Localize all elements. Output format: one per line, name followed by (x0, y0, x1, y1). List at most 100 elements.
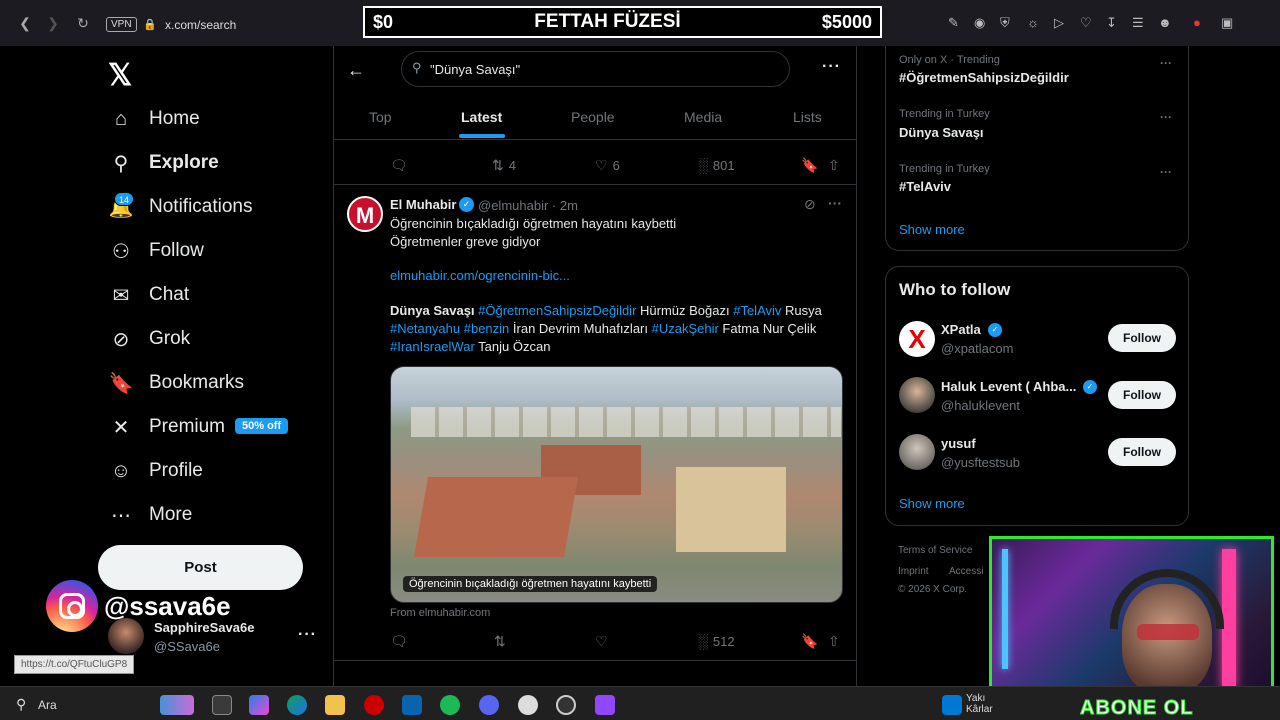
user-name[interactable]: yusuf (941, 436, 976, 451)
tweet-author[interactable]: El Muhabir (390, 197, 456, 212)
x-logo-icon[interactable]: 𝕏 (108, 58, 132, 93)
account-avatar[interactable] (108, 618, 144, 654)
play-icon[interactable]: ▷ (1054, 15, 1064, 31)
share-button[interactable]: ⇧ (828, 633, 845, 650)
more-options-icon[interactable]: ··· (822, 58, 841, 76)
tab-people[interactable]: People (571, 109, 615, 125)
user-avatar[interactable] (899, 434, 935, 470)
lock-icon[interactable]: 🔒 (143, 18, 157, 31)
forward-icon[interactable]: ❯ (44, 14, 62, 32)
news-icon[interactable] (942, 695, 962, 715)
bookmark-button[interactable]: 🔖 (801, 157, 823, 174)
link-source[interactable]: From elmuhabir.com (390, 607, 490, 619)
trend-more-icon[interactable]: ··· (1160, 56, 1172, 70)
tweet-avatar[interactable]: M (347, 196, 383, 232)
opera-icon[interactable] (364, 695, 384, 715)
search-query[interactable]: "Dünya Savaşı" (430, 62, 520, 77)
hashtag-link[interactable]: #UzakŞehir (648, 321, 719, 336)
nav-more[interactable]: ⋯ More (108, 500, 192, 530)
follow-button[interactable]: Follow (1108, 324, 1176, 352)
widgets-icon[interactable] (160, 695, 194, 715)
like-button[interactable]: ♡ (595, 633, 613, 650)
footer-imprint-link[interactable]: Imprint (898, 566, 929, 577)
steam-icon[interactable] (556, 695, 576, 715)
back-arrow-icon[interactable]: ← (347, 60, 365, 81)
menu-icon[interactable]: ☰ (1132, 15, 1144, 31)
hashtag-link[interactable]: #ÖğretmenSahipsizDeğildir (475, 303, 636, 318)
hashtag-link[interactable]: #benzin (460, 321, 510, 336)
file-explorer-icon[interactable] (325, 695, 345, 715)
grok-icon[interactable]: ⊘ (804, 196, 816, 213)
hashtag-link[interactable]: #Netanyahu (390, 321, 460, 336)
account-handle[interactable]: @SSava6e (154, 639, 220, 654)
taskbar-search[interactable]: Ara (38, 698, 57, 712)
show-more-link[interactable]: Show more (899, 496, 965, 511)
nav-home[interactable]: ⌂ Home (108, 104, 200, 134)
reload-icon[interactable]: ↻ (74, 14, 92, 32)
app-icon[interactable] (595, 695, 615, 715)
tweet-link[interactable]: elmuhabir.com/ogrencinin-bic... (390, 268, 570, 283)
account-more-icon[interactable]: ··· (298, 626, 317, 644)
translate-icon[interactable]: ☼ (1027, 15, 1039, 30)
footer-terms-link[interactable]: Terms of Service (898, 545, 972, 556)
tab-top[interactable]: Top (369, 109, 392, 125)
vpn-badge[interactable]: VPN (106, 17, 137, 32)
nav-chat[interactable]: ✉ Chat (108, 280, 190, 310)
nav-premium[interactable]: ✕ Premium (108, 412, 225, 442)
trend-item[interactable]: #TelAviv (899, 179, 951, 194)
views-button[interactable]: ░ 801 (698, 157, 735, 173)
views-button[interactable]: ░ 512 (698, 633, 735, 649)
follow-button[interactable]: Follow (1108, 381, 1176, 409)
user-name[interactable]: Haluk Levent ( Ahba... (941, 379, 1076, 394)
trend-item[interactable]: Dünya Savaşı (899, 125, 984, 140)
copilot-icon[interactable] (249, 695, 269, 715)
user-avatar[interactable] (899, 377, 935, 413)
tab-media[interactable]: Media (684, 109, 722, 125)
camera-icon[interactable]: ◉ (974, 15, 985, 31)
news-widget[interactable]: Yakı Kârlar (966, 693, 993, 715)
nav-grok[interactable]: ⊘ Grok (108, 324, 191, 354)
nav-profile[interactable]: ☺ Profile (108, 456, 203, 486)
reply-button[interactable]: 🗨 (390, 633, 413, 650)
spotify-icon[interactable] (440, 695, 460, 715)
show-more-link[interactable]: Show more (899, 222, 965, 237)
download-icon[interactable]: ↧ (1106, 15, 1117, 31)
footer-accessibility-link[interactable]: Accessi (949, 566, 983, 577)
media-player-icon[interactable] (518, 695, 538, 715)
profile-icon[interactable]: ☻ (1158, 15, 1172, 30)
topic-text[interactable]: Dünya Savaşı (390, 303, 475, 318)
search-input[interactable]: ⚲ "Dünya Savaşı" (401, 51, 790, 87)
heart-icon[interactable]: ♡ (1080, 15, 1092, 31)
edge-icon[interactable] (287, 695, 307, 715)
hashtag-link[interactable]: #TelAviv (730, 303, 781, 318)
share-button[interactable]: ⇧ (828, 157, 845, 174)
user-avatar[interactable]: X (899, 321, 935, 357)
nav-bookmarks[interactable]: 🔖 Bookmarks (108, 368, 244, 398)
address-bar[interactable]: x.com/search (165, 18, 236, 32)
search-icon[interactable]: ⚲ (16, 696, 26, 713)
cube-icon[interactable]: ▣ (1221, 15, 1233, 31)
nav-explore[interactable]: ⚲ Explore (108, 148, 219, 178)
trend-more-icon[interactable]: ··· (1160, 110, 1172, 124)
account-name[interactable]: SapphireSava6e (154, 620, 254, 635)
task-view-icon[interactable] (212, 695, 232, 715)
follow-button[interactable]: Follow (1108, 438, 1176, 466)
hashtag-link[interactable]: #IranIsraelWar (390, 339, 475, 354)
retweet-button[interactable]: ⇅ 4 (492, 157, 516, 174)
tweet-more-icon[interactable]: ··· (828, 195, 842, 211)
nav-follow[interactable]: ⚇ Follow (108, 236, 204, 266)
tab-lists[interactable]: Lists (793, 109, 822, 125)
retweet-button[interactable]: ⇅ (494, 633, 511, 650)
edit-icon[interactable]: ✎ (948, 15, 959, 31)
like-button[interactable]: ♡ 6 (595, 157, 620, 174)
user-name[interactable]: XPatla (941, 322, 981, 337)
trend-item[interactable]: #ÖğretmenSahipsizDeğildir (899, 70, 1069, 85)
shield-icon[interactable]: ⛨ (1000, 15, 1010, 31)
bookmark-button[interactable]: 🔖 (801, 633, 823, 650)
tweet-image[interactable]: Öğrencinin bıçakladığı öğretmen hayatını… (390, 366, 843, 603)
tab-latest[interactable]: Latest (461, 109, 502, 125)
back-icon[interactable]: ❮ (16, 14, 34, 32)
tweet-handle[interactable]: @elmuhabir · 2m (478, 198, 578, 213)
outlook-icon[interactable] (402, 695, 422, 715)
extension-icon[interactable]: ● (1193, 15, 1201, 30)
